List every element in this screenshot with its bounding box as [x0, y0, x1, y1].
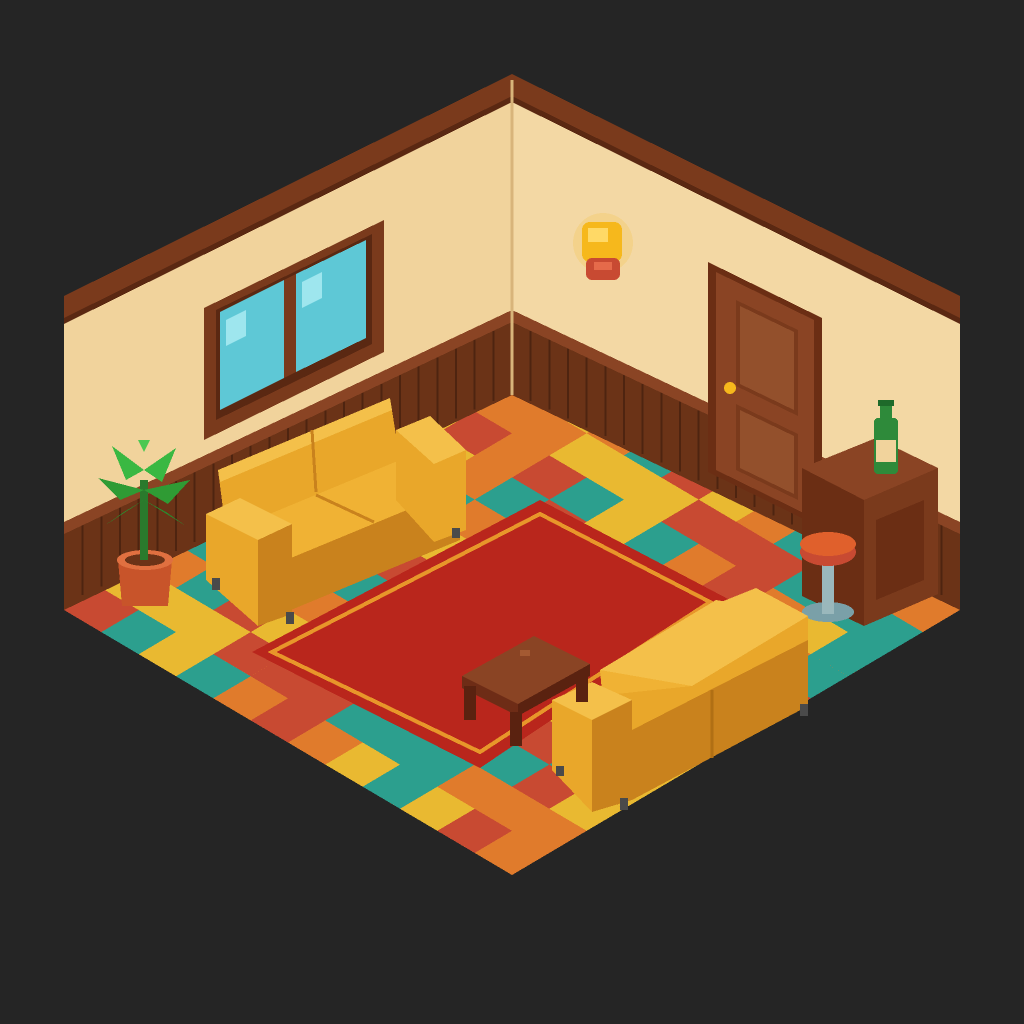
game-scene — [0, 0, 1024, 1024]
doorknob-icon[interactable] — [724, 382, 736, 394]
isometric-room — [64, 74, 960, 875]
